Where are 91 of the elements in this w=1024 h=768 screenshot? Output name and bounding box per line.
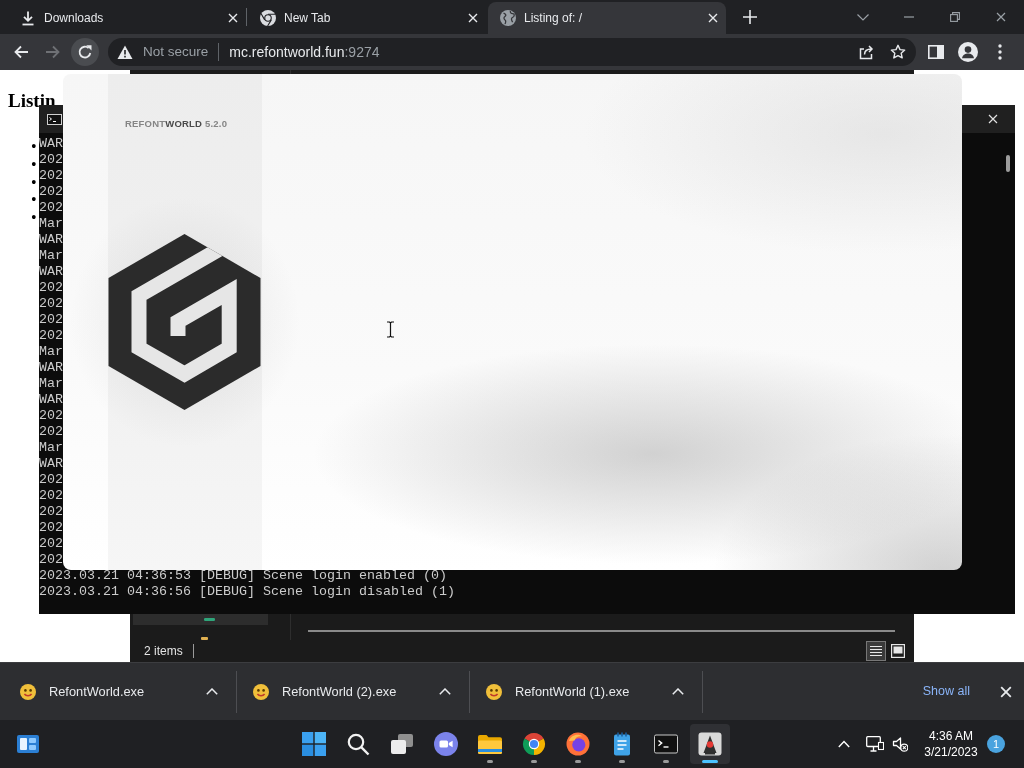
clock-time[interactable]: 4:36 AM — [929, 728, 973, 744]
nav-item[interactable] — [133, 614, 268, 625]
console-line: WAR — [39, 264, 63, 278]
menu-icon[interactable] — [998, 44, 1002, 60]
terminal-icon[interactable] — [654, 732, 678, 756]
warning-icon — [117, 44, 133, 60]
browser-icon — [260, 10, 276, 26]
console-line: Mar — [39, 248, 63, 262]
nav-item-icon — [201, 637, 208, 640]
video-chat-icon[interactable] — [434, 732, 458, 756]
address-bar[interactable]: Not secure mc.refontworld.fun:9274 — [108, 38, 916, 66]
chevron-down-icon[interactable] — [857, 13, 869, 21]
reload-icon[interactable] — [77, 44, 93, 60]
folder-icon[interactable] — [478, 732, 502, 756]
console-line: 202 — [39, 472, 63, 486]
text-cursor-icon — [386, 321, 395, 338]
network-icon[interactable] — [866, 736, 884, 752]
console-line: 202 — [39, 488, 63, 502]
console-line: WAR — [39, 360, 63, 374]
profile-icon[interactable] — [958, 42, 978, 62]
console-line: Mar — [39, 376, 63, 390]
widgets-icon[interactable] — [17, 735, 39, 753]
console-line: Mar — [39, 344, 63, 358]
caret-up-icon[interactable] — [206, 688, 218, 695]
smiley-icon — [253, 683, 269, 700]
console-line: 202 — [39, 552, 63, 566]
console-line: Mar — [39, 216, 63, 230]
caret-up-icon[interactable] — [439, 688, 451, 695]
globe-icon — [500, 10, 516, 26]
clock-date[interactable]: 3/21/2023 — [924, 744, 978, 760]
side-panel-icon[interactable] — [928, 45, 944, 59]
start-icon[interactable] — [302, 732, 326, 756]
share-icon[interactable] — [858, 44, 874, 60]
console-line: 202 — [39, 408, 63, 422]
console-line: 202 — [39, 280, 63, 294]
list-bullet: • — [31, 138, 37, 156]
console-line: WAR — [39, 136, 63, 150]
back-icon[interactable] — [13, 44, 29, 60]
console-line: 202 — [39, 312, 63, 326]
download-filename[interactable]: RefontWorld (2).exe — [282, 681, 397, 702]
task-view-icon[interactable] — [390, 732, 414, 756]
console-line: 202 — [39, 504, 63, 518]
list-bullet: • — [31, 173, 37, 192]
reload-button[interactable] — [71, 38, 99, 66]
speaker-muted-icon[interactable] — [892, 736, 908, 752]
console-line: 202 — [39, 168, 63, 182]
url-text[interactable]: mc.refontworld.fun:9274 — [229, 41, 380, 63]
fox-browser-icon[interactable] — [566, 732, 590, 756]
security-status-text[interactable]: Not secure — [143, 41, 209, 63]
download-icon — [20, 10, 36, 26]
download-filename[interactable]: RefontWorld.exe — [49, 681, 145, 702]
console-line: 202 — [39, 536, 63, 550]
list-bullet: • — [31, 155, 37, 174]
console-line: Mar — [39, 440, 63, 454]
console-line: 202 — [39, 424, 63, 438]
console-line: WAR — [39, 392, 63, 406]
nav-item-icon — [204, 618, 215, 621]
smiley-icon — [20, 683, 36, 700]
scrollbar-thumb[interactable] — [1006, 155, 1010, 172]
tiles-view-icon[interactable] — [891, 644, 905, 658]
console-line: 202 — [39, 152, 63, 166]
show-all-link[interactable]: Show all — [922, 682, 970, 701]
caret-up-icon[interactable] — [672, 688, 684, 695]
browser-tab[interactable]: New Tab — [248, 2, 486, 34]
item-count-text: 2 items — [144, 643, 183, 660]
list-bullet: • — [31, 191, 37, 209]
console-line: 202 — [39, 328, 63, 342]
splash-version-text: REFONTWORLD 5.2.0 — [125, 118, 228, 130]
plus-icon[interactable] — [743, 10, 757, 24]
horizontal-scrollbar[interactable] — [308, 630, 895, 632]
console-line: WAR — [39, 456, 63, 470]
browser-tab[interactable]: Downloads — [8, 2, 246, 34]
console-line: 202 — [39, 184, 63, 198]
console-line: 202 — [39, 520, 63, 534]
console-line: WAR — [39, 232, 63, 246]
console-line: 2023.03.21 04:36:53 [DEBUG] Scene login enabled (0) — [39, 568, 447, 582]
star-icon[interactable] — [890, 44, 906, 60]
console-line: 202 — [39, 296, 63, 310]
restore-icon[interactable] — [950, 12, 960, 22]
download-filename[interactable]: RefontWorld (1).exe — [515, 681, 630, 702]
browser-tab[interactable]: Listing of: / — [488, 2, 726, 34]
smiley-icon — [486, 683, 502, 700]
mascot-app-icon[interactable] — [698, 732, 722, 756]
close-icon[interactable] — [996, 12, 1006, 22]
chevron-up-icon[interactable] — [838, 740, 850, 748]
console-line: 2023.03.21 04:36:56 [DEBUG] Scene login disabled (1) — [39, 584, 455, 598]
browser-icon[interactable] — [522, 732, 546, 756]
taskbar-button[interactable] — [690, 724, 730, 764]
search-icon[interactable] — [346, 732, 370, 756]
console-line: 202 — [39, 200, 63, 214]
list-bullet: • — [31, 209, 37, 227]
